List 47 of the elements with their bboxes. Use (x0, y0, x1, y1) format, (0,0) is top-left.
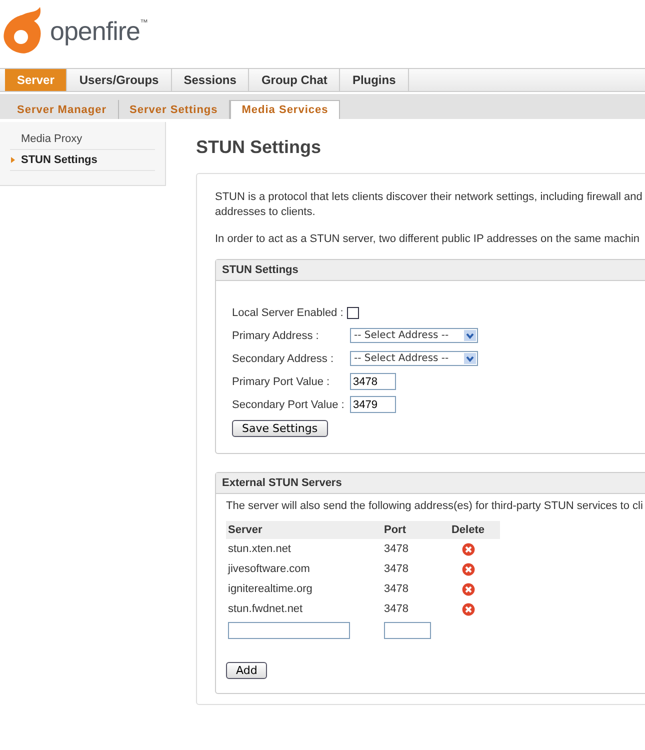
table-cell-text: 3478 (383, 602, 410, 617)
nav-tab[interactable]: Sessions (172, 69, 250, 91)
field-label: Primary Address : (232, 330, 320, 342)
address-dropdown[interactable]: -- Select Address -- (350, 351, 478, 366)
table-cell: 3478 (382, 539, 436, 559)
field-label: Primary Port Value : (232, 376, 331, 388)
panel-header: STUN Settings (216, 260, 645, 281)
intro-text-line: addresses to clients. (215, 205, 316, 220)
field-label: Secondary Port Value : (232, 398, 346, 410)
checkbox[interactable] (347, 306, 360, 318)
sub-nav-tab[interactable]: Media Services (230, 100, 340, 119)
table-cell-text: igniterealtime.org (227, 582, 314, 597)
delete-icon[interactable] (462, 562, 474, 576)
delete-icon[interactable] (462, 582, 474, 596)
server-input-field[interactable] (228, 622, 350, 639)
sidebar-item[interactable]: STUN Settings (10, 150, 155, 171)
table-cell-text: 3478 (383, 582, 410, 597)
field-label: Local Server Enabled : (232, 306, 344, 318)
port-input-field[interactable]: 3479 (350, 396, 396, 413)
column-header: Server (226, 521, 382, 539)
panel-header: External STUN Servers (216, 473, 645, 494)
page-title: STUN Settings (196, 137, 322, 158)
table-cell-text: stun.fwdnet.net (227, 602, 304, 617)
sidebar-item[interactable]: Media Proxy (10, 129, 155, 150)
logo-text: openfire (50, 16, 140, 46)
column-header: Port (382, 521, 436, 539)
save-settings-button[interactable]: Save Settings (232, 420, 328, 437)
add-button[interactable]: Add (226, 662, 268, 679)
delete-icon[interactable] (462, 602, 474, 616)
intro-note: In order to act as a STUN server, two different public IP addresses on the same machin (215, 232, 641, 247)
field-label: Secondary Address : (232, 352, 335, 364)
nav-tab[interactable]: Users/Groups (67, 69, 172, 91)
nav-tab[interactable]: Group Chat (249, 69, 340, 91)
intro-text-line: STUN is a protocol that lets clients discover their network settings, including firewall and (215, 190, 644, 205)
caret-icon (464, 330, 476, 341)
description-text: The server will also send the following address(es) for third-party STUN services to cli (226, 500, 644, 512)
table-cell-text: 3478 (383, 562, 410, 577)
port-input-field[interactable] (384, 622, 431, 639)
column-header: Delete (436, 521, 500, 539)
delete-icon[interactable] (462, 542, 474, 556)
trademark-mark: ™ (140, 18, 148, 27)
table-cell: stun.xten.net (226, 539, 382, 559)
address-dropdown[interactable]: -- Select Address -- (350, 328, 478, 343)
nav-tab[interactable]: Plugins (340, 69, 409, 91)
caret-icon (464, 353, 476, 364)
port-input-field[interactable]: 3478 (350, 373, 396, 390)
table-cell-text: jivesoftware.com (226, 562, 311, 577)
